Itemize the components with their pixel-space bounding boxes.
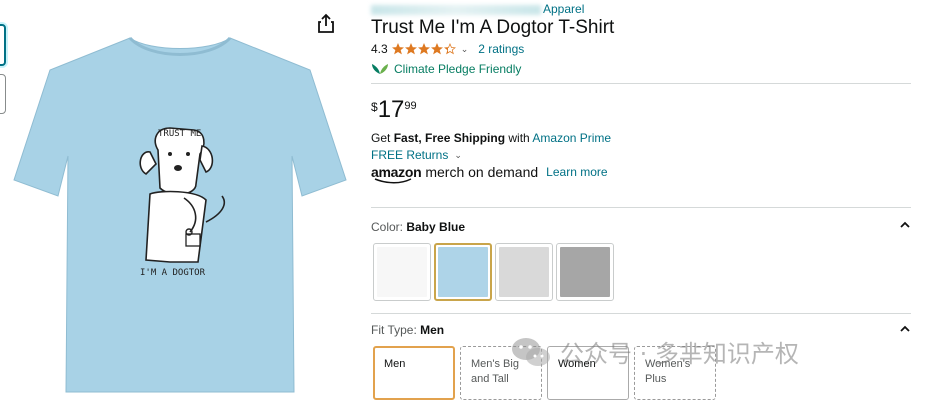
share-icon[interactable] [316, 12, 336, 34]
fit-selected: Men [420, 323, 445, 337]
price-fraction: 99 [404, 100, 417, 112]
star-icon [391, 43, 404, 55]
star-icon [443, 43, 456, 55]
shipping-prefix: Get [371, 131, 394, 145]
merch-on-demand: amazon merch on demand Learn more [371, 164, 608, 184]
smile-arrow-icon [374, 178, 412, 184]
color-label-prefix: Color: [371, 220, 407, 234]
fit-option-line1: Women's [645, 358, 691, 370]
climate-pledge-label: Climate Pledge Friendly [394, 62, 522, 76]
swatch-fill [438, 247, 488, 297]
swatch-fill [377, 247, 427, 297]
thumbnail[interactable] [0, 74, 6, 114]
swatch-white[interactable] [373, 243, 431, 301]
color-selected: Baby Blue [406, 220, 466, 234]
fit-option-line1: Men's Big [471, 358, 519, 370]
collapse-fit-icon[interactable] [899, 325, 911, 333]
learn-more-link[interactable]: Learn more [546, 165, 607, 179]
fit-option-mens-big-tall[interactable]: Men's Big and Tall [460, 346, 542, 400]
price: $ 17 99 [371, 97, 417, 123]
merch-tagline: merch on demand [425, 164, 539, 180]
swatch-baby-blue[interactable] [434, 243, 492, 301]
shipping-bold: Fast, Free Shipping [393, 131, 506, 145]
fit-option-line1: Men [384, 358, 406, 370]
print-text-top: TRUST ME [158, 129, 201, 139]
swatch-silver[interactable] [495, 243, 553, 301]
tshirt-illustration: TRUST ME I'M A DOGTOR [13, 36, 347, 393]
swatch-fill [499, 247, 549, 297]
color-label: Color: Baby Blue [371, 220, 465, 234]
star-icon [417, 43, 430, 55]
chevron-down-icon: ⌄ [454, 149, 462, 160]
thumbnail-selected[interactable] [0, 24, 6, 66]
print-text-bottom: I'M A DOGTOR [140, 268, 206, 278]
swatch-fill [560, 247, 610, 297]
price-symbol: $ [371, 100, 378, 114]
divider [371, 83, 911, 84]
climate-pledge-badge[interactable]: Climate Pledge Friendly [371, 62, 521, 76]
fit-option-womens-plus[interactable]: Women's Plus [634, 346, 716, 400]
swatch-heather-grey[interactable] [556, 243, 614, 301]
rating-row: 4.3 ⌄ 2 ratings [371, 42, 524, 56]
ratings-count-link[interactable]: 2 ratings [478, 42, 524, 56]
brand-link[interactable]: Apparel [371, 2, 584, 16]
product-image[interactable]: TRUST ME I'M A DOGTOR [10, 0, 350, 404]
amazon-prime-link[interactable]: Amazon Prime [532, 131, 611, 145]
leaf-wings-icon [372, 64, 388, 74]
price-whole: 17 [377, 96, 405, 123]
free-returns-label: FREE Returns [371, 148, 449, 162]
chevron-down-icon[interactable]: ⌄ [461, 44, 469, 55]
star-rating[interactable] [391, 43, 457, 55]
star-icon [404, 43, 417, 55]
brand-suffix: Apparel [543, 2, 585, 16]
shipping-middle: with [505, 131, 533, 145]
rating-value: 4.3 [371, 42, 388, 56]
fit-option-line2: Plus [645, 373, 667, 385]
star-icon [430, 43, 443, 55]
fit-type-label: Fit Type: Men [371, 323, 444, 337]
divider [371, 207, 911, 208]
fit-option-men[interactable]: Men [373, 346, 455, 400]
fit-option-line2: and Tall [471, 373, 509, 385]
fit-option-women[interactable]: Women [547, 346, 629, 400]
fit-label-prefix: Fit Type: [371, 323, 421, 337]
shipping-info: Get Fast, Free Shipping with Amazon Prim… [371, 131, 611, 145]
product-title: Trust Me I'm A Dogtor T-Shirt [371, 17, 615, 38]
amazon-logo: amazon [371, 164, 422, 184]
divider [371, 313, 911, 314]
collapse-color-icon[interactable] [899, 221, 911, 229]
blurred-brand [371, 4, 541, 15]
fit-option-line1: Women [558, 358, 596, 370]
free-returns-link[interactable]: FREE Returns ⌄ [371, 148, 462, 162]
